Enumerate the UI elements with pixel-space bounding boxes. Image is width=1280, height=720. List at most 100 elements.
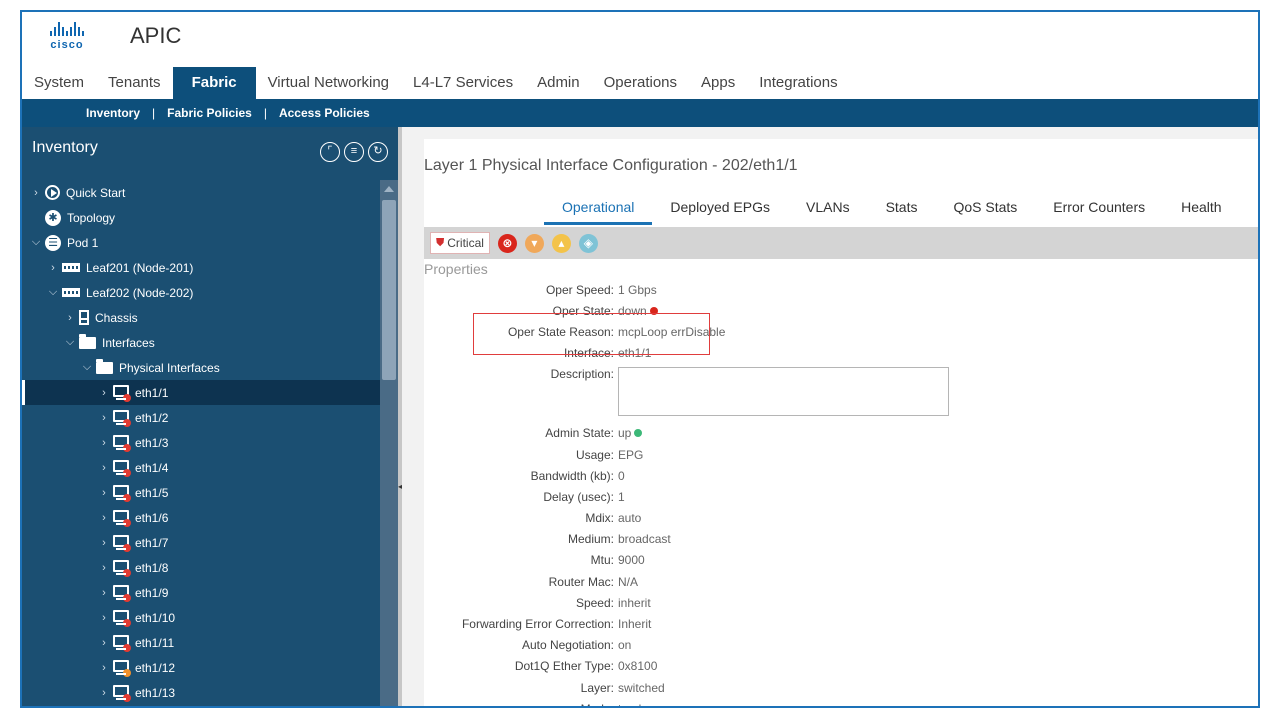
filter-list-icon[interactable]: ≡ (344, 142, 364, 162)
property-label: Mtu: (590, 553, 614, 568)
tree-item-eth1-13[interactable]: › eth1/13 (22, 680, 380, 705)
chevron-right-icon[interactable]: › (98, 587, 110, 599)
nav-tab-tenants[interactable]: Tenants (96, 67, 173, 99)
tree-item-leaf202-node-202[interactable]: ⌵ Leaf202 (Node-202) (22, 280, 380, 305)
tree-item-eth1-2[interactable]: › eth1/2 (22, 405, 380, 430)
tree-item-eth1-4[interactable]: › eth1/4 (22, 455, 380, 480)
tree-item-eth1-5[interactable]: › eth1/5 (22, 480, 380, 505)
chevron-right-icon[interactable]: › (98, 412, 110, 424)
nav-tab-integrations[interactable]: Integrations (747, 67, 849, 99)
tree-item-pod-1[interactable]: ⌵ ☰ Pod 1 (22, 230, 380, 255)
tree-item-eth1-11[interactable]: › eth1/11 (22, 630, 380, 655)
property-value-wrap: 1 Gbps (616, 283, 657, 297)
chevron-right-icon[interactable]: › (98, 612, 110, 624)
major-fault-icon[interactable]: ▾ (524, 233, 544, 253)
tree-item-leaf201-node-201[interactable]: › Leaf201 (Node-201) (22, 255, 380, 280)
nav-tab-fabric[interactable]: Fabric (172, 67, 256, 99)
refresh-icon[interactable]: ↻ (368, 142, 388, 162)
tree-item-eth1-7[interactable]: › eth1/7 (22, 530, 380, 555)
status-dot-icon (123, 543, 131, 552)
warning-fault-icon[interactable]: ◈ (578, 233, 598, 253)
scroll-up-icon[interactable] (384, 186, 394, 192)
description-field[interactable] (618, 366, 949, 416)
tree-item-eth1-3[interactable]: › eth1/3 (22, 430, 380, 455)
nav-tab-l4-l7-services[interactable]: L4-L7 Services (401, 67, 525, 99)
property-value: on (618, 638, 632, 653)
minor-fault-icon[interactable]: ▴ (551, 233, 571, 253)
interface-port-icon (113, 584, 131, 602)
tree-item-eth1-12[interactable]: › eth1/12 (22, 655, 380, 680)
tree-item-label: eth1/4 (135, 460, 169, 475)
chevron-right-icon[interactable]: › (47, 262, 59, 274)
property-row-usage: Usage: EPG (424, 444, 1258, 465)
critical-fault-icon[interactable]: ⊗ (497, 233, 517, 253)
tab-operational[interactable]: Operational (544, 193, 653, 225)
tree-item-topology[interactable]: ✱ Topology (22, 205, 380, 230)
property-label: Auto Negotiation: (521, 638, 614, 653)
subnav-access-policies[interactable]: Access Policies (279, 106, 370, 120)
interface-port-icon (113, 609, 131, 627)
property-row-oper-speed: Oper Speed: 1 Gbps (424, 279, 1258, 300)
tab-stats[interactable]: Stats (868, 193, 936, 225)
subnav-inventory[interactable]: Inventory (86, 106, 140, 120)
chevron-right-icon[interactable]: › (98, 387, 110, 399)
chevron-right-icon[interactable]: › (98, 562, 110, 574)
nav-tab-apps[interactable]: Apps (689, 67, 747, 99)
tree-item-label: Chassis (95, 310, 138, 325)
tab-qos-stats[interactable]: QoS Stats (935, 193, 1035, 225)
chevron-right-icon[interactable]: › (30, 187, 42, 199)
chevron-down-icon[interactable]: ⌵ (47, 286, 59, 299)
app-title: APIC (130, 23, 182, 48)
interface-port-icon (113, 659, 131, 677)
chevron-down-icon[interactable]: ⌵ (30, 236, 42, 249)
interface-port-icon (113, 434, 131, 452)
nav-tab-virtual-networking[interactable]: Virtual Networking (256, 67, 401, 99)
tree-item-quick-start[interactable]: › Quick Start (22, 180, 380, 205)
tab-fa[interactable]: Fa (1240, 193, 1259, 225)
chevron-right-icon[interactable]: › (98, 537, 110, 549)
tree-item-eth1-6[interactable]: › eth1/6 (22, 505, 380, 530)
chevron-down-icon[interactable]: ⌵ (81, 361, 93, 374)
tab-vlans[interactable]: VLANs (788, 193, 868, 225)
tab-health[interactable]: Health (1163, 193, 1239, 225)
details-panel: Layer 1 Physical Interface Configuration… (402, 127, 1259, 706)
status-dot-icon (123, 568, 131, 577)
property-value-wrap: 0x8100 (616, 659, 657, 673)
chevron-right-icon[interactable]: › (98, 637, 110, 649)
tree-item-physical-interfaces[interactable]: ⌵ Physical Interfaces (22, 355, 380, 380)
tree-item-interfaces[interactable]: ⌵ Interfaces (22, 330, 380, 355)
status-dot-icon (123, 493, 131, 502)
tree-item-eth1-8[interactable]: › eth1/8 (22, 555, 380, 580)
tab-deployed-epgs[interactable]: Deployed EPGs (652, 193, 788, 225)
chevron-right-icon[interactable]: › (98, 462, 110, 474)
chevron-right-icon[interactable]: › (98, 487, 110, 499)
property-row-auto-negotiation: Auto Negotiation: on (424, 635, 1258, 656)
chevron-right-icon[interactable]: › (98, 687, 110, 699)
tree-item-label: eth1/12 (135, 660, 176, 675)
collapse-all-icon[interactable]: ⌜ (320, 142, 340, 162)
switch-icon (62, 288, 80, 297)
nav-tab-system[interactable]: System (22, 67, 96, 99)
nav-tab-operations[interactable]: Operations (592, 67, 689, 99)
subnav-fabric-policies[interactable]: Fabric Policies (167, 106, 252, 120)
tree-item-eth1-9[interactable]: › eth1/9 (22, 580, 380, 605)
tree-scrollbar[interactable] (380, 180, 398, 706)
tree-item-eth1-14[interactable]: ›eth1/14 (22, 705, 380, 706)
tree-item-label: Interfaces (102, 335, 155, 350)
chevron-right-icon[interactable]: › (64, 312, 76, 324)
tree-item-label: eth1/10 (135, 610, 176, 625)
critical-badge[interactable]: ⛊ Critical (430, 232, 490, 254)
tree-item-chassis[interactable]: › Chassis (22, 305, 380, 330)
tree-item-label: Leaf202 (Node-202) (86, 285, 194, 300)
chevron-right-icon[interactable]: › (98, 662, 110, 674)
scroll-thumb[interactable] (382, 200, 396, 380)
tree-item-eth1-1[interactable]: › eth1/1 (22, 380, 380, 405)
nav-tab-admin[interactable]: Admin (525, 67, 592, 99)
chevron-right-icon[interactable]: › (98, 512, 110, 524)
chevron-down-icon[interactable]: ⌵ (64, 336, 76, 349)
tab-error-counters[interactable]: Error Counters (1035, 193, 1163, 225)
tree-item-eth1-10[interactable]: › eth1/10 (22, 605, 380, 630)
chevron-right-icon[interactable]: › (98, 437, 110, 449)
interface-port-icon (113, 534, 131, 552)
status-dot-icon (123, 643, 131, 652)
